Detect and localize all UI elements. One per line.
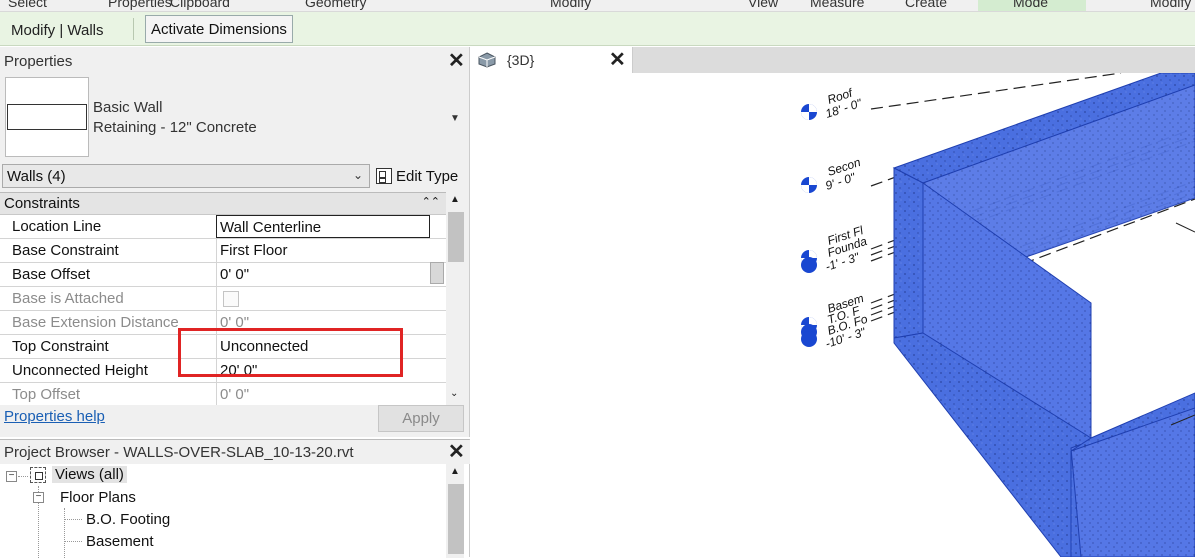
property-name: Base Extension Distance <box>12 314 179 331</box>
instance-filter-select[interactable]: Walls (4) ⌄ <box>2 164 370 188</box>
ribbon-panel-geometry[interactable]: Geometry <box>305 0 366 10</box>
property-row[interactable]: Base Offset 0' 0" <box>0 263 446 287</box>
views-icon <box>30 467 46 483</box>
property-name: Unconnected Height <box>12 362 148 379</box>
cell-scroll-handle[interactable] <box>430 262 444 284</box>
property-name: Base Constraint <box>12 242 119 259</box>
tree-connector <box>64 519 82 520</box>
type-selector-dropdown-icon[interactable]: ▼ <box>450 113 460 124</box>
edit-type-label: Edit Type <box>396 167 459 185</box>
tree-connector <box>64 541 82 542</box>
view-item-bo-footing[interactable]: B.O. Footing <box>86 511 170 528</box>
ribbon-panel-modify-2[interactable]: Modify <box>1150 0 1191 10</box>
views-all-node[interactable]: Views (all) <box>52 466 127 483</box>
type-name-label[interactable]: Retaining - 12" Concrete <box>93 119 257 136</box>
base-constraint-field[interactable]: First Floor <box>216 239 446 262</box>
ribbon-panel-measure[interactable]: Measure <box>810 0 864 10</box>
scroll-thumb[interactable] <box>448 484 464 554</box>
view-tab-bar: {3D} ✕ <box>471 47 1195 74</box>
apply-button[interactable]: Apply <box>378 405 464 432</box>
ribbon-panel-labels: Select Properties Clipboard Geometry Mod… <box>0 0 1195 12</box>
level-marker-roof[interactable]: Roof 18' - 0" <box>801 85 864 121</box>
project-browser-header: Project Browser - WALLS-OVER-SLAB_10-13-… <box>0 440 470 464</box>
scroll-up-icon[interactable]: ▲ <box>450 466 460 477</box>
properties-title: Properties <box>4 53 73 70</box>
project-browser-title: Project Browser - WALLS-OVER-SLAB_10-13-… <box>4 444 354 461</box>
property-name: Base is Attached <box>12 290 124 307</box>
properties-help-link[interactable]: Properties help <box>4 408 105 425</box>
property-name: Top Offset <box>12 386 81 403</box>
section-title: Constraints <box>4 195 80 212</box>
base-offset-field[interactable]: 0' 0" <box>216 263 446 286</box>
options-bar: Modify | Walls Activate Dimensions <box>0 12 1195 46</box>
property-row: Base is Attached <box>0 287 446 311</box>
collapse-views-toggle[interactable]: − <box>6 471 17 482</box>
3d-view-icon <box>478 52 496 68</box>
type-family-label[interactable]: Basic Wall <box>93 99 162 116</box>
top-offset-field: 0' 0" <box>216 383 446 405</box>
properties-palette: Properties ✕ Basic Wall Retaining - 12" … <box>0 47 470 437</box>
tree-connector <box>18 476 28 477</box>
ribbon-panel-select[interactable]: Select <box>8 0 47 10</box>
edit-type-button[interactable]: Edit Type <box>376 164 458 188</box>
properties-close-icon[interactable]: ✕ <box>448 51 465 71</box>
properties-scrollbar[interactable]: ▲ ⌄ <box>446 192 464 405</box>
level-marker-basement[interactable]: Basem T.O. F B.O. Fo -10' - 3" <box>801 291 870 351</box>
floor-plans-node[interactable]: Floor Plans <box>60 489 136 506</box>
project-browser: Project Browser - WALLS-OVER-SLAB_10-13-… <box>0 439 470 558</box>
project-browser-close-icon[interactable]: ✕ <box>448 442 465 462</box>
property-name: Location Line <box>12 218 102 235</box>
tree-connector <box>64 508 65 558</box>
base-is-attached-field <box>216 287 446 310</box>
activate-dimensions-button[interactable]: Activate Dimensions <box>145 15 293 43</box>
ribbon-panel-create[interactable]: Create <box>905 0 947 10</box>
scroll-up-icon[interactable]: ▲ <box>450 194 460 205</box>
ribbon-panel-view[interactable]: View <box>748 0 778 10</box>
property-row[interactable]: Location Line Wall Centerline <box>0 215 446 239</box>
view-item-basement[interactable]: Basement <box>86 533 154 550</box>
collapse-floor-plans-toggle[interactable]: − <box>33 492 44 503</box>
edit-type-icon <box>376 168 392 184</box>
property-name: Base Offset <box>12 266 91 283</box>
property-row: Top Offset 0' 0" <box>0 383 446 405</box>
constraints-section-header[interactable]: Constraints ⌃⌃ <box>0 193 446 215</box>
ribbon-panel-modify[interactable]: Modify <box>550 0 591 10</box>
3d-viewport[interactable]: Roof 18' - 0" Secon 9' - 0" First Fl Fou… <box>471 73 1195 557</box>
close-tab-icon[interactable]: ✕ <box>609 50 626 70</box>
level-marker-first-floor[interactable]: First Fl Founda -1' - 3" <box>801 223 869 274</box>
project-browser-scrollbar[interactable]: ▲ <box>446 464 464 558</box>
property-row[interactable]: Base Constraint First Floor <box>0 239 446 263</box>
collapse-icon[interactable]: ⌃⌃ <box>422 195 440 208</box>
3d-model-canvas[interactable]: Roof 18' - 0" Secon 9' - 0" First Fl Fou… <box>471 73 1195 557</box>
instance-filter-value: Walls (4) <box>7 168 66 185</box>
highlight-annotation <box>178 328 403 377</box>
location-line-field[interactable]: Wall Centerline <box>216 215 430 238</box>
base-attached-checkbox <box>223 291 239 307</box>
ribbon-panel-clipboard[interactable]: Clipboard <box>170 0 230 10</box>
wall-left-end-face[interactable] <box>893 167 924 339</box>
wall-type-glyph <box>7 104 87 130</box>
type-preview-image[interactable] <box>5 77 89 157</box>
ribbon-panel-properties[interactable]: Properties <box>108 0 172 10</box>
ribbon-panel-mode[interactable]: Mode <box>1013 0 1048 10</box>
context-title: Modify | Walls <box>11 22 104 39</box>
property-name: Top Constraint <box>12 338 109 355</box>
scroll-down-icon[interactable]: ⌄ <box>450 388 458 399</box>
level-marker-second[interactable]: Secon 9' - 0" <box>801 155 863 193</box>
tab-3d-label: {3D} <box>507 52 535 68</box>
options-bar-separator <box>133 18 134 40</box>
tab-3d-view[interactable]: {3D} ✕ <box>471 47 633 74</box>
chevron-down-icon: ⌄ <box>352 168 363 182</box>
scroll-thumb[interactable] <box>448 212 464 262</box>
